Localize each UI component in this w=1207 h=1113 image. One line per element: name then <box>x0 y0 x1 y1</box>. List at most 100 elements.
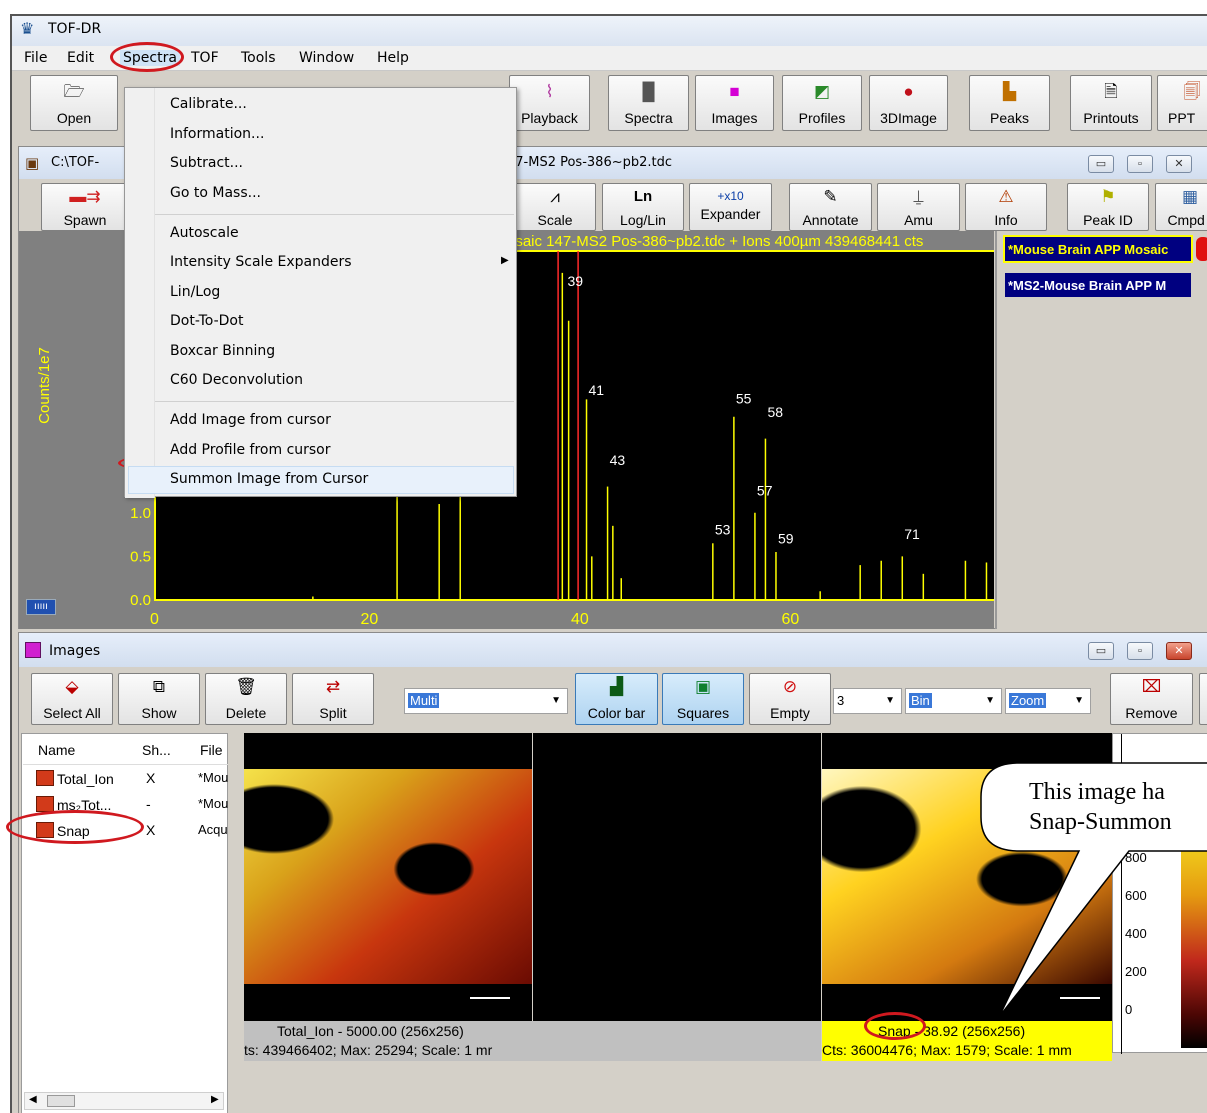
select-all-icon: ⬙ <box>65 677 79 696</box>
chevron-down-icon: ▼ <box>885 695 895 706</box>
list-item-file: Acqu <box>198 822 228 837</box>
horizontal-scrollbar[interactable]: ◀ ▶ <box>24 1092 224 1110</box>
legend-color-swatch <box>1196 237 1207 261</box>
spectra-window-title-left: C:\TOF- <box>51 155 100 170</box>
menu-item-autoscale[interactable]: Autoscale <box>170 225 239 241</box>
menu-item-dot-to-dot[interactable]: Dot-To-Dot <box>170 313 244 329</box>
menu-help[interactable]: Help <box>377 50 409 66</box>
zoom-select[interactable]: Zoom ▼ <box>1005 688 1091 714</box>
ruler-icon[interactable]: ııııı <box>26 599 56 615</box>
menu-gutter <box>125 88 155 498</box>
caption-bar-1: Total_Ion - 5000.00 (256x256) ts: 439466… <box>244 1021 821 1061</box>
menu-tools[interactable]: Tools <box>241 50 276 66</box>
x-tick-label: 60 <box>782 611 800 628</box>
menu-item-summon-image-from-cursor[interactable]: Summon Image from Cursor <box>170 471 368 487</box>
peak-label: 57 <box>757 482 773 498</box>
column-header-name[interactable]: Name <box>38 742 75 758</box>
total-ion-image[interactable] <box>244 733 532 1021</box>
scroll-left-icon[interactable]: ◀ <box>29 1094 37 1105</box>
delete-button[interactable]: 🗑 Delete <box>205 673 287 725</box>
peak-id-icon: ⚑ <box>1100 187 1116 206</box>
profiles-button[interactable]: ◩ Profiles <box>782 75 862 131</box>
column-header-shown[interactable]: Sh... <box>142 742 171 758</box>
select-all-button[interactable]: ⬙ Select All <box>31 673 113 725</box>
info-button[interactable]: ⚠ Info <box>965 183 1047 231</box>
menu-item-add-image-from-cursor[interactable]: Add Image from cursor <box>170 412 331 428</box>
annotation-ring-spectra-menu <box>110 42 184 72</box>
minimize-button[interactable]: ▭ <box>1088 155 1114 173</box>
ppt-button[interactable]: 🗐 PPT <box>1157 75 1207 131</box>
printouts-button[interactable]: 🗎 Printouts <box>1070 75 1152 131</box>
menu-item-information[interactable]: Information... <box>170 126 264 142</box>
menu-item-c60-deconvolution[interactable]: C60 Deconvolution <box>170 372 303 388</box>
menu-item-go-to-mass[interactable]: Go to Mass... <box>170 185 261 201</box>
spawn-icon: ▬⇉ <box>69 187 101 206</box>
menu-item-boxcar-binning[interactable]: Boxcar Binning <box>170 343 275 359</box>
peak-label: 43 <box>610 452 626 468</box>
expander-button[interactable]: +x10 Expander <box>689 183 772 231</box>
menu-item-subtract[interactable]: Subtract... <box>170 155 243 171</box>
images-close-button[interactable]: ✕ <box>1166 642 1192 660</box>
log-lin-button[interactable]: Ln Log/Lin <box>602 183 684 231</box>
scale-button[interactable]: ⩘ Scale <box>514 183 596 231</box>
app-window: ♛ TOF-DR File Edit Spectra TOF Tools Win… <box>10 14 1207 1113</box>
annotate-button[interactable]: ✎ Annotate <box>789 183 872 231</box>
images-restore-button[interactable]: ▫ <box>1127 642 1153 660</box>
3d-image-button[interactable]: ● 3DImage <box>869 75 948 131</box>
split-button[interactable]: ⇄ Split <box>292 673 374 725</box>
bin-select[interactable]: Bin ▼ <box>905 688 1002 714</box>
close-button[interactable]: ✕ <box>1166 155 1192 173</box>
spectra-button[interactable]: ▐▌ Spectra <box>608 75 689 131</box>
peak-id-button[interactable]: ⚑ Peak ID <box>1067 183 1149 231</box>
peak-label: 41 <box>589 382 605 398</box>
restore-button[interactable]: ▫ <box>1127 155 1153 173</box>
empty-button[interactable]: ⊘ Empty <box>749 673 831 725</box>
images-window-icon <box>25 642 41 658</box>
amu-icon: ⍊ <box>913 187 924 206</box>
menu-edit[interactable]: Edit <box>67 50 94 66</box>
legend-entry-2[interactable]: *MS2-Mouse Brain APP M <box>1003 271 1193 299</box>
chevron-down-icon: ▼ <box>1074 695 1084 706</box>
image-item-icon <box>36 770 54 786</box>
remove-button[interactable]: ⌧ Remove <box>1110 673 1193 725</box>
app-logo-icon: ♛ <box>20 21 35 38</box>
number-select[interactable]: 3 ▼ <box>833 688 902 714</box>
scroll-right-icon[interactable]: ▶ <box>211 1094 219 1105</box>
peaks-button[interactable]: ▙ Peaks <box>969 75 1050 131</box>
list-item-shown: - <box>146 796 151 812</box>
menu-item-intensity-scale-expanders[interactable]: Intensity Scale Expanders <box>170 254 352 270</box>
peak-label: 58 <box>767 404 783 420</box>
multi-select[interactable]: Multi ▼ <box>404 688 568 714</box>
compound-id-button[interactable]: ▦ Cmpd I <box>1155 183 1207 231</box>
menu-item-calibrate[interactable]: Calibrate... <box>170 96 247 112</box>
images-button[interactable]: ■ Images <box>695 75 774 131</box>
y-tick-label: 0.5 <box>130 548 151 565</box>
legend-entry-1[interactable]: *Mouse Brain APP Mosaic <box>1003 235 1193 263</box>
list-item-total-ion[interactable]: Total_Ion <box>36 770 114 790</box>
show-button[interactable]: ⧉ Show <box>118 673 200 725</box>
callout-text-line-2: Snap-Summon <box>1029 809 1172 835</box>
more-button[interactable] <box>1199 673 1207 725</box>
peak-label: 39 <box>567 273 583 289</box>
spectra-menu-dropdown: Calibrate... Information... Subtract... … <box>124 87 517 498</box>
menu-item-lin-log[interactable]: Lin/Log <box>170 284 220 300</box>
menu-window[interactable]: Window <box>299 50 354 66</box>
color-bar-button[interactable]: ▟ Color bar <box>575 673 658 725</box>
list-item-file: *Mou <box>198 796 229 811</box>
images-window-title-bar: Images ▭ ▫ ✕ <box>19 633 1207 667</box>
folder-open-icon: 🗁 <box>63 82 85 101</box>
empty-image-pane[interactable] <box>533 733 821 1021</box>
spawn-button[interactable]: ▬⇉ Spawn <box>41 183 129 231</box>
images-minimize-button[interactable]: ▭ <box>1088 642 1114 660</box>
playback-button[interactable]: ⌇ Playback <box>509 75 590 131</box>
compound-icon: ▦ <box>1181 187 1199 206</box>
open-button[interactable]: 🗁 Open <box>30 75 118 131</box>
menu-item-add-profile-from-cursor[interactable]: Add Profile from cursor <box>170 442 331 458</box>
menu-tof[interactable]: TOF <box>191 50 219 66</box>
spectra-icon: ▐▌ <box>636 82 661 101</box>
squares-button[interactable]: ▣ Squares <box>662 673 744 725</box>
menu-file[interactable]: File <box>24 50 47 66</box>
amu-button[interactable]: ⍊ Amu <box>877 183 960 231</box>
scroll-thumb[interactable] <box>47 1095 75 1107</box>
column-header-file[interactable]: File <box>200 742 223 758</box>
